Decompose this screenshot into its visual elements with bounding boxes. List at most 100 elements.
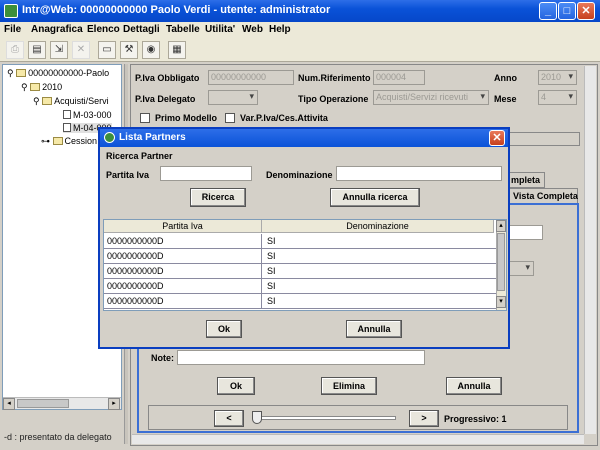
detail-vertical-scrollbar[interactable] — [584, 66, 596, 434]
delete-icon[interactable]: ✕ — [72, 41, 90, 59]
menu-bar: File Anagrafica Elenco Dettagli Tabelle … — [0, 22, 600, 38]
tab-completa[interactable]: mpleta — [506, 172, 546, 188]
table-row[interactable]: 0000000000D SI — [104, 234, 496, 249]
partita-iva-cell: 0000000000D — [104, 234, 262, 248]
tree-node-cessioni[interactable]: ⊶ Cession — [41, 136, 97, 147]
progress-slider[interactable] — [254, 416, 396, 420]
ok-button[interactable]: Ok — [217, 377, 255, 395]
scroll-thumb[interactable] — [17, 399, 69, 408]
tree-node-year[interactable]: ⚲ 2010 — [21, 82, 62, 93]
tab-vista-completa[interactable]: Vista Completa — [508, 188, 578, 204]
folder-icon — [52, 137, 63, 145]
menu-help[interactable]: Help — [269, 24, 291, 35]
tree-horizontal-scrollbar[interactable]: ◂ ▸ — [3, 397, 121, 410]
minimize-button[interactable]: _ — [539, 2, 557, 20]
print-preview-icon[interactable]: ▤ — [28, 41, 46, 59]
denominazione-input[interactable] — [336, 166, 502, 181]
tipo-operazione-label: Tipo Operazione — [298, 94, 369, 104]
app-icon — [104, 132, 115, 143]
partita-iva-label: Partita Iva — [106, 170, 150, 180]
partita-iva-cell: 0000000000D — [104, 264, 262, 278]
export-icon[interactable]: ⇲ — [50, 41, 68, 59]
tools-icon[interactable]: ⚒ — [120, 41, 138, 59]
anno-select[interactable]: 2010 — [538, 70, 577, 85]
table-row[interactable]: 0000000000D SI — [104, 264, 496, 279]
table-row[interactable]: 0000000000D SI — [104, 249, 496, 264]
menu-elenco[interactable]: Elenco — [87, 24, 120, 35]
print-icon[interactable]: ⎙ — [6, 41, 24, 59]
menu-tabelle[interactable]: Tabelle — [166, 24, 200, 35]
dialog-title-bar: Lista Partners ✕ — [100, 129, 508, 147]
scroll-right-icon[interactable]: ▸ — [108, 398, 120, 410]
piva-delegato-select[interactable] — [208, 90, 258, 105]
var-piva-checkbox[interactable] — [225, 113, 235, 123]
maximize-button[interactable]: □ — [558, 2, 576, 20]
window-icon[interactable]: ▭ — [98, 41, 116, 59]
anno-label: Anno — [494, 73, 517, 83]
tree-node-root[interactable]: ⚲ 00000000000-Paolo — [7, 68, 109, 79]
menu-file[interactable]: File — [4, 24, 21, 35]
denominazione-cell: SI — [267, 281, 276, 291]
slider-thumb[interactable] — [252, 411, 262, 424]
next-button[interactable]: > — [409, 410, 439, 427]
tipo-operazione-select[interactable]: Acquisti/Servizi ricevuti — [373, 90, 489, 105]
scroll-down-icon[interactable]: ▾ — [496, 296, 506, 308]
annulla-button[interactable]: Annulla — [446, 377, 502, 395]
primo-modello-label: Primo Modello — [155, 113, 218, 123]
tree-node-acquisti[interactable]: ⚲ Acquisti/Servi — [33, 96, 109, 107]
scroll-thumb[interactable] — [497, 233, 505, 291]
elimina-button[interactable]: Elimina — [321, 377, 377, 395]
table-body: 0000000000D SI 0000000000D SI 0000000000D S… — [104, 234, 496, 309]
dialog-ok-button[interactable]: Ok — [206, 320, 242, 338]
mese-label: Mese — [494, 94, 517, 104]
title-bar: Intr@Web: 00000000000 Paolo Verdi - uten… — [0, 0, 600, 22]
denominazione-cell: SI — [267, 251, 276, 261]
note-input[interactable] — [177, 350, 425, 365]
ricerca-button[interactable]: Ricerca — [190, 188, 246, 207]
piva-obbligato-label: P.Iva Obbligato — [135, 73, 200, 83]
detail-select[interactable] — [508, 261, 534, 276]
document-icon — [63, 123, 71, 132]
progressivo-label: Progressivo: 1 — [444, 414, 507, 424]
prev-button[interactable]: < — [214, 410, 244, 427]
close-button[interactable]: ✕ — [577, 2, 595, 20]
num-riferimento-field[interactable]: 000004 — [373, 70, 425, 85]
folder-icon — [30, 83, 41, 91]
menu-dettagli[interactable]: Dettagli — [123, 24, 160, 35]
mese-select[interactable]: 4 — [538, 90, 577, 105]
detail-horizontal-scrollbar[interactable] — [132, 434, 584, 444]
globe-icon[interactable]: ◉ — [142, 41, 160, 59]
table-row[interactable]: 0000000000D SI — [104, 294, 496, 309]
piva-obbligato-field[interactable]: 00000000000 — [208, 70, 294, 85]
calculator-icon[interactable]: ▦ — [168, 41, 186, 59]
window-title: Intr@Web: 00000000000 Paolo Verdi - uten… — [22, 4, 331, 16]
denominazione-cell: SI — [267, 296, 276, 306]
menu-web[interactable]: Web — [242, 24, 263, 35]
dialog-title: Lista Partners — [119, 132, 186, 143]
menu-utilita[interactable]: Utilita' — [205, 24, 235, 35]
dialog-annulla-button[interactable]: Annulla — [346, 320, 402, 338]
partita-iva-cell: 0000000000D — [104, 249, 262, 263]
toolbar: ⎙ ▤ ⇲ ✕ ▭ ⚒ ◉ ▦ — [0, 38, 600, 62]
tree-node-doc1[interactable]: M-03-000 — [63, 110, 112, 120]
column-header-denominazione[interactable]: Denominazione — [262, 220, 494, 233]
dialog-close-button[interactable]: ✕ — [489, 130, 505, 146]
annulla-ricerca-button[interactable]: Annulla ricerca — [330, 188, 420, 207]
denominazione-cell: SI — [267, 236, 276, 246]
partita-iva-input[interactable] — [160, 166, 252, 181]
partita-iva-cell: 0000000000D — [104, 294, 262, 308]
detail-field[interactable] — [508, 225, 543, 240]
ricerca-partner-label: Ricerca Partner — [106, 151, 173, 161]
status-bar: -d : presentato da delegato — [4, 432, 112, 442]
scroll-up-icon[interactable]: ▴ — [496, 220, 506, 232]
table-vertical-scrollbar[interactable]: ▴ ▾ — [496, 220, 506, 310]
table-row[interactable]: 0000000000D SI — [104, 279, 496, 294]
primo-modello-checkbox[interactable] — [140, 113, 150, 123]
scroll-left-icon[interactable]: ◂ — [3, 398, 15, 410]
folder-icon — [42, 97, 53, 105]
menu-anagrafica[interactable]: Anagrafica — [31, 24, 83, 35]
document-icon — [63, 110, 71, 119]
denominazione-cell: SI — [267, 266, 276, 276]
num-riferimento-label: Num.Riferimento — [298, 73, 371, 83]
column-header-partita-iva[interactable]: Partita Iva — [104, 220, 262, 233]
